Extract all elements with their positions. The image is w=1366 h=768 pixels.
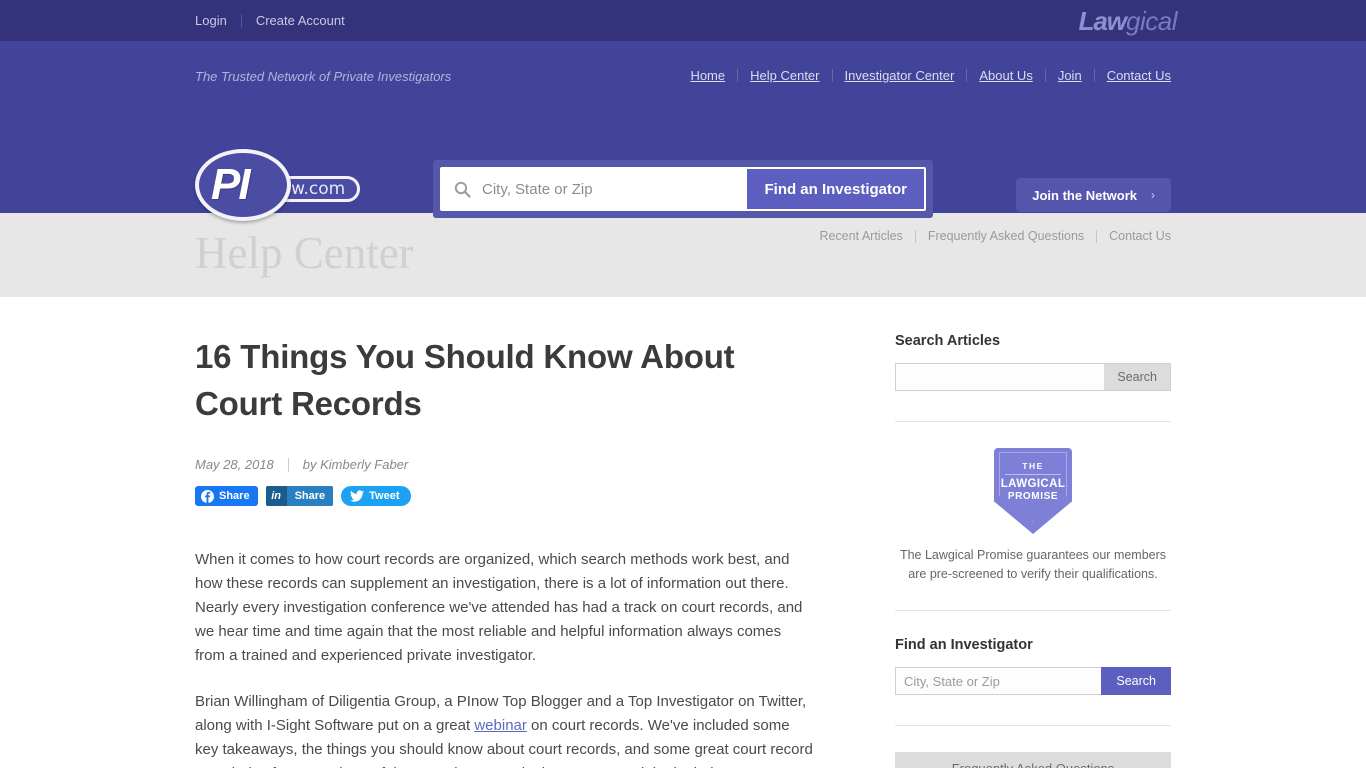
header-search-field[interactable] xyxy=(442,169,748,209)
sidebar-divider xyxy=(895,610,1171,611)
subnav-faq[interactable]: Frequently Asked Questions xyxy=(916,229,1096,243)
subnav-recent-articles[interactable]: Recent Articles xyxy=(807,229,914,243)
find-investigator-button[interactable]: Find an Investigator xyxy=(747,169,924,209)
article-title: 16 Things You Should Know About Court Re… xyxy=(195,338,735,422)
nav-item-home[interactable]: Home xyxy=(678,68,737,83)
page-title: Help Center xyxy=(195,228,414,278)
site-header: The Trusted Network of Private Investiga… xyxy=(0,41,1366,221)
header-search-input[interactable] xyxy=(480,179,748,199)
login-link[interactable]: Login xyxy=(195,13,241,28)
badge-rule xyxy=(1005,474,1061,475)
linkedin-share-label: Share xyxy=(286,486,334,506)
nav-item-about-us[interactable]: About Us xyxy=(967,68,1044,83)
search-articles-input[interactable] xyxy=(895,363,1105,391)
join-the-network-button[interactable]: Join the Network › xyxy=(1016,178,1171,212)
top-utility-bar: Login Create Account Lawgical xyxy=(0,0,1366,41)
help-center-subnav: Recent Articles Frequently Asked Questio… xyxy=(807,229,1171,243)
badge-promise-label: PROMISE xyxy=(1007,491,1059,502)
shield-icon: THE LAWGICAL PROMISE xyxy=(994,448,1072,534)
search-articles-button[interactable]: Search xyxy=(1104,363,1171,391)
create-account-link[interactable]: Create Account xyxy=(242,13,359,28)
facebook-share-label: Share xyxy=(219,490,250,502)
sidebar: Search Articles Search THE LAWGICAL PROM… xyxy=(871,333,1171,768)
article-paragraph-2: Brian Willingham of Diligentia Group, a … xyxy=(195,690,815,768)
twitter-tweet-label: Tweet xyxy=(369,490,400,502)
byline-divider xyxy=(287,457,289,472)
find-investigator-input[interactable] xyxy=(895,667,1102,695)
pinow-logo-mark: PI xyxy=(211,160,251,209)
nav-item-join[interactable]: Join xyxy=(1046,68,1094,83)
linkedin-icon: in xyxy=(265,486,287,506)
main-navigation: Home Help Center Investigator Center Abo… xyxy=(678,68,1171,83)
header-search-group: Find an Investigator xyxy=(433,160,933,218)
account-links: Login Create Account xyxy=(195,13,359,28)
article-author: by Kimberly Faber xyxy=(302,457,409,472)
facebook-icon xyxy=(201,489,214,503)
chevron-right-icon: › xyxy=(1151,188,1155,202)
article-paragraph-1: When it comes to how court records are o… xyxy=(195,551,803,664)
badge-the-label: THE xyxy=(1022,461,1044,471)
facebook-share-button[interactable]: Share xyxy=(195,486,258,506)
lawgical-logo-law: Law xyxy=(1078,5,1127,36)
subnav-contact-us[interactable]: Contact Us xyxy=(1097,229,1171,243)
article-byline: May 28, 2018 by Kimberly Faber xyxy=(195,457,815,472)
nav-item-contact-us[interactable]: Contact Us xyxy=(1095,68,1171,83)
page-title-band: Help Center Recent Articles Frequently A… xyxy=(0,213,1366,297)
join-the-network-label: Join the Network xyxy=(1032,187,1137,203)
webinar-link[interactable]: webinar xyxy=(474,717,527,734)
twitter-icon xyxy=(350,490,365,502)
pinow-logo[interactable]: now.com PI xyxy=(195,149,361,221)
search-articles-heading: Search Articles xyxy=(895,333,1001,349)
social-share-row: Share in Share Tweet xyxy=(195,486,815,506)
article-date: May 28, 2018 xyxy=(195,457,274,472)
site-tagline: The Trusted Network of Private Investiga… xyxy=(195,69,452,84)
badge-lawgical-label: LAWGICAL xyxy=(1000,478,1066,490)
lawgical-logo[interactable]: Lawgical xyxy=(1078,8,1177,34)
find-investigator-heading: Find an Investigator xyxy=(895,637,1033,653)
search-articles-form: Search xyxy=(895,363,1171,391)
linkedin-share-button[interactable]: in Share xyxy=(265,486,334,506)
lawgical-promise-description: The Lawgical Promise guarantees our memb… xyxy=(899,548,1167,581)
faq-button[interactable]: Frequently Asked Questions xyxy=(895,752,1171,768)
find-investigator-form: Search xyxy=(895,667,1171,695)
lawgical-promise-badge: THE LAWGICAL PROMISE xyxy=(895,448,1171,534)
sidebar-divider xyxy=(895,421,1171,422)
find-investigator-search-button[interactable]: Search xyxy=(1101,667,1171,695)
lawgical-logo-gical: gical xyxy=(1126,5,1177,36)
sidebar-divider xyxy=(895,725,1171,726)
content-area: 16 Things You Should Know About Court Re… xyxy=(195,297,1171,768)
twitter-tweet-button[interactable]: Tweet xyxy=(341,486,411,506)
nav-item-help-center[interactable]: Help Center xyxy=(738,68,831,83)
search-icon xyxy=(454,181,471,198)
nav-item-investigator-center[interactable]: Investigator Center xyxy=(833,68,967,83)
article-column: 16 Things You Should Know About Court Re… xyxy=(195,333,871,768)
